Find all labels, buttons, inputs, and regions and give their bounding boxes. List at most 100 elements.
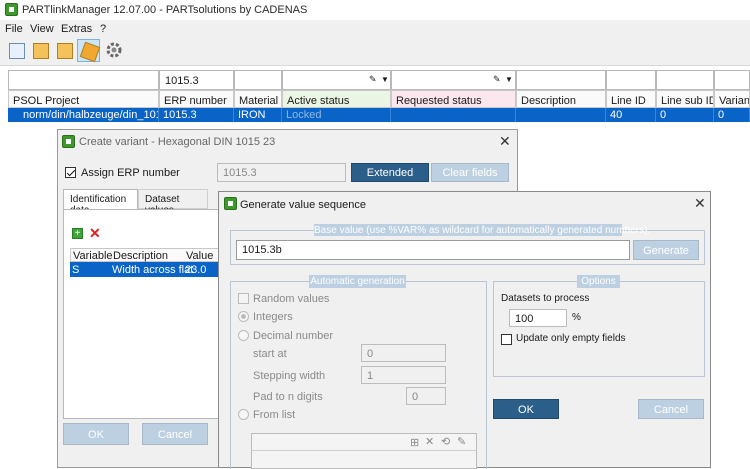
window-title: PARTlinkManager 12.07.00 - PARTsolutions…: [22, 4, 308, 16]
filter-requested-status[interactable]: ✎ ▼: [391, 70, 516, 90]
delete-icon[interactable]: ✕: [425, 435, 434, 448]
integers-radio[interactable]: [238, 311, 249, 322]
pencil-icon: ✎: [493, 74, 501, 84]
pad-digits-input[interactable]: 0: [406, 387, 446, 405]
column-erp-number[interactable]: ERP number: [159, 90, 234, 108]
add-icon[interactable]: +: [72, 228, 83, 239]
update-empty-checkbox[interactable]: [501, 334, 512, 345]
filter-line-sub-id[interactable]: [656, 70, 714, 90]
row-line-sub-id[interactable]: 0: [656, 108, 714, 122]
erp-value-input[interactable]: 1015.3: [217, 163, 346, 182]
datasets-label: Datasets to process: [501, 293, 590, 304]
generate-button[interactable]: Generate: [633, 240, 699, 260]
base-value-input[interactable]: 1015.3b: [236, 240, 630, 260]
row-variable: S: [72, 264, 80, 276]
settings-button[interactable]: [103, 39, 126, 62]
chevron-down-icon[interactable]: ▼: [381, 75, 389, 84]
from-list-radio[interactable]: [238, 409, 249, 420]
edit-icon[interactable]: ✎: [457, 435, 466, 448]
column-requested-status[interactable]: Requested status: [391, 90, 516, 108]
datasets-input[interactable]: 100: [509, 309, 567, 327]
create-variant-title: Create variant - Hexagonal DIN 1015 23: [79, 136, 276, 148]
start-at-input[interactable]: 0: [361, 344, 446, 362]
column-description[interactable]: Description: [113, 250, 168, 262]
row-line-id[interactable]: 40: [606, 108, 656, 122]
column-variant[interactable]: Variant: [714, 90, 750, 108]
base-value-label: Base value (use %VAR% as wildcard for au…: [314, 224, 651, 236]
start-at-label: start at: [253, 348, 287, 360]
list-view-icon: [9, 43, 25, 59]
close-icon[interactable]: ✕: [499, 133, 511, 150]
extended-button[interactable]: Extended: [351, 163, 429, 182]
generate-ok-button[interactable]: OK: [493, 399, 559, 419]
clear-fields-button[interactable]: Clear fields: [431, 163, 509, 182]
pad-digits-label: Pad to n digits: [253, 391, 323, 403]
filter-material[interactable]: [234, 70, 282, 90]
row-material[interactable]: IRON: [234, 108, 282, 122]
row-project[interactable]: norm/din/halbzeuge/din_1015.prj: [8, 108, 159, 122]
generate-cancel-button[interactable]: Cancel: [638, 399, 704, 419]
filter-erp-number[interactable]: 1015.3: [159, 70, 234, 90]
tab-dataset-values[interactable]: Dataset values: [138, 189, 208, 216]
menu-view[interactable]: View: [30, 23, 54, 35]
variant-tool-button[interactable]: [77, 39, 101, 63]
filter-active-status[interactable]: ✎ ▼: [282, 70, 391, 90]
random-values-checkbox[interactable]: [238, 293, 249, 304]
column-material[interactable]: Material: [234, 90, 282, 108]
create-variant-cancel-button[interactable]: Cancel: [142, 423, 208, 445]
from-list-label: From list: [253, 409, 296, 421]
close-icon[interactable]: ✕: [694, 195, 706, 212]
chevron-down-icon[interactable]: ▼: [505, 75, 513, 84]
menu-help[interactable]: ?: [100, 23, 106, 35]
app-icon: [5, 3, 18, 16]
from-list-box[interactable]: ⊞ ✕ ⟲ ✎: [251, 433, 477, 469]
filter-description[interactable]: [516, 70, 606, 90]
filter-project[interactable]: [8, 70, 159, 90]
filter-line-id[interactable]: [606, 70, 656, 90]
add-icon[interactable]: ⊞: [410, 436, 419, 449]
options-label: Options: [577, 275, 620, 288]
export-icon: [33, 43, 49, 59]
decimal-number-radio[interactable]: [238, 330, 249, 341]
table-row[interactable]: S Width across flat 23.0: [70, 262, 224, 277]
column-line-id[interactable]: Line ID: [606, 90, 656, 108]
column-active-status[interactable]: Active status: [282, 90, 391, 108]
menu-file[interactable]: File: [5, 23, 23, 35]
assign-erp-checkbox[interactable]: [65, 167, 76, 178]
tab-identification-data[interactable]: Identification data: [63, 189, 138, 216]
list-view-button[interactable]: [5, 39, 28, 62]
column-psol-project[interactable]: PSOL Project: [8, 90, 159, 108]
column-description[interactable]: Description: [516, 90, 606, 108]
import-button[interactable]: [53, 39, 76, 62]
settings-gear-icon: [106, 42, 122, 58]
automatic-generation-label: Automatic generation: [309, 275, 406, 288]
filter-variant[interactable]: [714, 70, 750, 90]
column-value[interactable]: Value: [186, 250, 213, 262]
menu-extras[interactable]: Extras: [61, 23, 92, 35]
row-description: Width across flat: [112, 264, 194, 276]
row-description[interactable]: [516, 108, 606, 122]
refresh-icon[interactable]: ⟲: [441, 435, 450, 448]
row-variant[interactable]: 0: [714, 108, 750, 122]
row-value: 23.0: [185, 264, 207, 276]
column-variable[interactable]: Variable: [73, 250, 113, 262]
decimal-number-label: Decimal number: [253, 330, 334, 342]
row-active-status[interactable]: Locked: [282, 108, 391, 122]
assign-erp-label: Assign ERP number: [81, 167, 180, 179]
title-bar: PARTlinkManager 12.07.00 - PARTsolutions…: [0, 0, 750, 20]
stepping-width-input[interactable]: 1: [361, 366, 446, 384]
list-toolbar: ⊞ ✕ ⟲ ✎: [252, 434, 476, 451]
stepping-width-label: Stepping width: [253, 370, 326, 382]
row-requested-status[interactable]: [391, 108, 516, 122]
delete-icon[interactable]: ✕: [89, 225, 101, 242]
row-erp[interactable]: 1015.3: [159, 108, 234, 122]
dialog-app-icon: [62, 135, 75, 148]
toolbar: [0, 36, 750, 66]
random-values-label: Random values: [253, 293, 330, 305]
variant-tool-icon: [79, 41, 101, 63]
column-line-sub-id[interactable]: Line sub ID: [656, 90, 714, 108]
generate-value-sequence-dialog: Generate value sequence ✕ Base value (us…: [218, 191, 711, 469]
export-button[interactable]: [29, 39, 52, 62]
create-variant-ok-button[interactable]: OK: [63, 423, 129, 445]
dialog-app-icon: [224, 197, 237, 210]
